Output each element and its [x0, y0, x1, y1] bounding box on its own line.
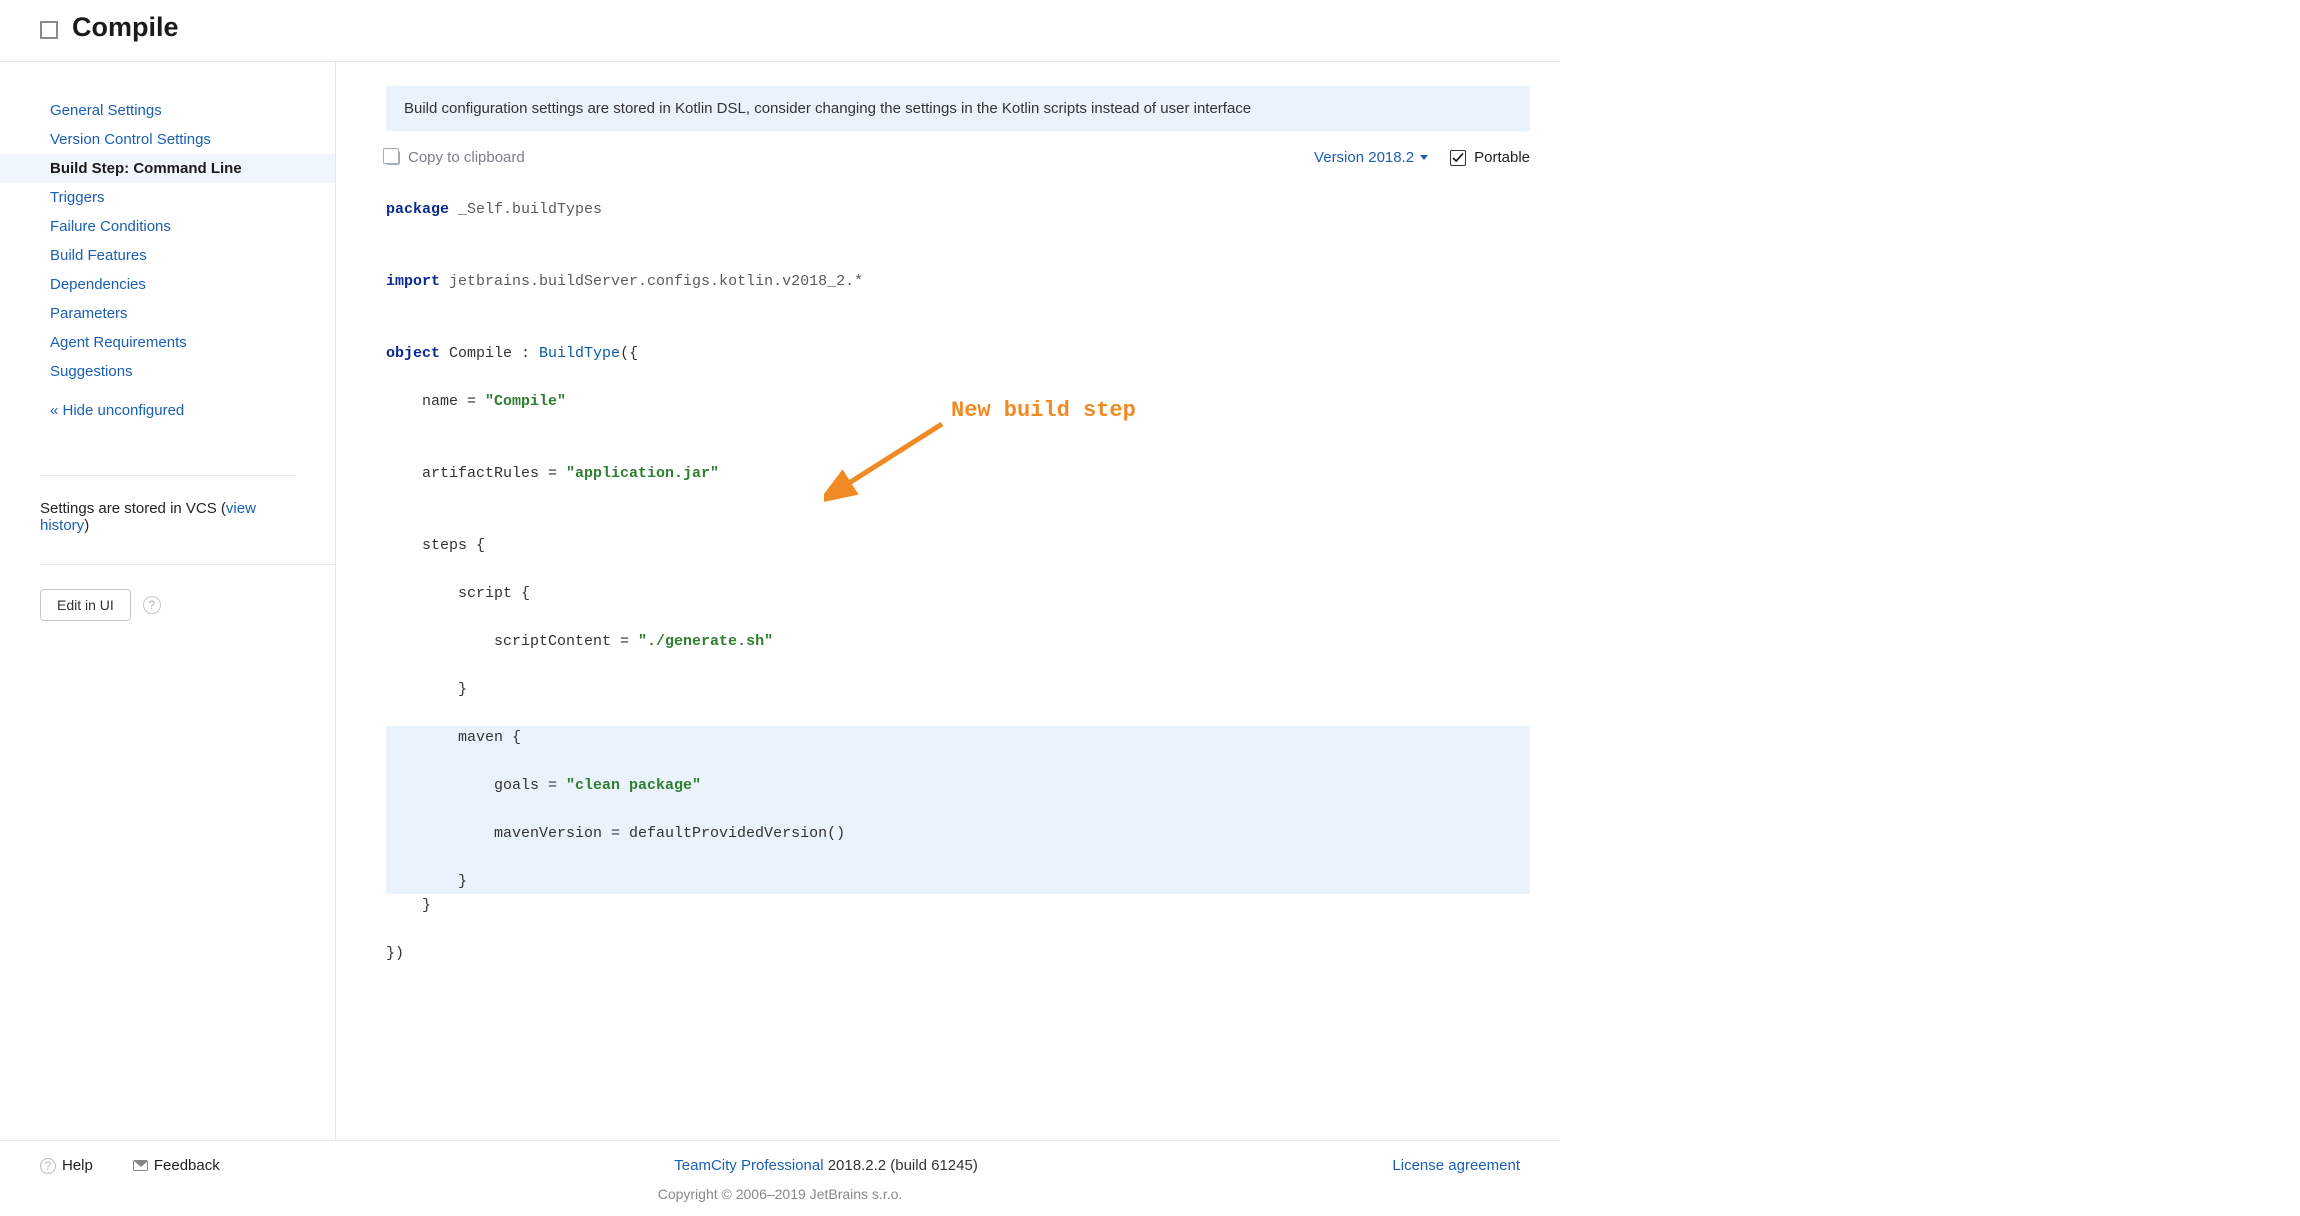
code-kw-object: object: [386, 345, 440, 362]
footer-help-label: Help: [62, 1157, 93, 1174]
code-maven-open: maven {: [386, 726, 1530, 750]
vcs-note-text-prefix: Settings are stored in VCS (: [40, 500, 226, 517]
sidebar-item-build-features[interactable]: Build Features: [0, 241, 335, 270]
sidebar-item-parameters[interactable]: Parameters: [0, 299, 335, 328]
code-package-name: _Self.buildTypes: [449, 201, 602, 218]
kotlin-dsl-code: package _Self.buildTypes import jetbrain…: [386, 174, 1530, 1110]
footer-copyright: Copyright © 2006–2019 JetBrains s.r.o.: [0, 1180, 1560, 1216]
page-header: Compile: [0, 0, 1560, 62]
settings-nav: General Settings Version Control Setting…: [0, 96, 335, 425]
code-maven-goals-value: "clean package": [566, 777, 701, 794]
main-content: Build configuration settings are stored …: [336, 62, 1560, 1140]
code-artifact-value: "application.jar": [566, 465, 719, 482]
help-icon[interactable]: ?: [143, 596, 161, 614]
hide-unconfigured-link[interactable]: « Hide unconfigured: [0, 396, 335, 425]
footer-help-link[interactable]: ? Help: [40, 1157, 93, 1174]
code-import-path: jetbrains.buildServer.configs.kotlin.v20…: [440, 273, 863, 290]
sidebar-item-triggers[interactable]: Triggers: [0, 183, 335, 212]
footer-feedback-link[interactable]: Feedback: [133, 1157, 220, 1174]
footer-product-link[interactable]: TeamCity Professional: [674, 1157, 823, 1174]
code-build-type: BuildType: [539, 345, 620, 362]
vcs-note-text-suffix: ): [84, 517, 89, 534]
copy-to-clipboard-button[interactable]: Copy to clipboard: [386, 149, 525, 166]
help-circle-icon: ?: [40, 1158, 56, 1174]
code-open: ({: [620, 345, 638, 362]
code-script-close: }: [386, 678, 1530, 702]
code-steps-open: steps {: [386, 534, 1530, 558]
footer-feedback-label: Feedback: [154, 1157, 220, 1174]
code-script-content-prefix: scriptContent =: [386, 633, 638, 650]
code-artifact-prefix: artifactRules =: [386, 465, 566, 482]
sidebar-item-build-step[interactable]: Build Step: Command Line: [0, 154, 335, 183]
mail-icon: [133, 1160, 148, 1171]
copy-icon: [386, 151, 400, 165]
sidebar-item-suggestions[interactable]: Suggestions: [0, 357, 335, 386]
copy-label: Copy to clipboard: [408, 149, 525, 166]
page-footer: ? Help Feedback TeamCity Professional 20…: [0, 1141, 1560, 1180]
sidebar-item-agent-requirements[interactable]: Agent Requirements: [0, 328, 335, 357]
code-maven-version: mavenVersion = defaultProvidedVersion(): [386, 822, 1530, 846]
code-name-prefix: name =: [386, 393, 485, 410]
new-build-step-highlight: maven { goals = "clean package" mavenVer…: [386, 726, 1530, 894]
build-config-icon: [40, 21, 58, 39]
code-object-name: Compile :: [440, 345, 539, 362]
checkbox-checked-icon: [1450, 150, 1466, 166]
sidebar-item-vcs-settings[interactable]: Version Control Settings: [0, 125, 335, 154]
dsl-version-dropdown[interactable]: Version 2018.2: [1314, 149, 1428, 166]
footer-version-info: TeamCity Professional 2018.2.2 (build 61…: [260, 1157, 1393, 1174]
sidebar-item-general-settings[interactable]: General Settings: [0, 96, 335, 125]
code-steps-close: }: [386, 894, 1530, 918]
footer-license-link[interactable]: License agreement: [1392, 1157, 1520, 1174]
code-maven-close: }: [386, 870, 1530, 894]
code-kw-import: import: [386, 273, 440, 290]
sidebar-item-dependencies[interactable]: Dependencies: [0, 270, 335, 299]
code-toolbar: Copy to clipboard Version 2018.2 Portabl…: [386, 149, 1530, 166]
sidebar-item-failure-conditions[interactable]: Failure Conditions: [0, 212, 335, 241]
portable-toggle[interactable]: Portable: [1450, 149, 1530, 166]
vcs-storage-note: Settings are stored in VCS (view history…: [40, 475, 295, 534]
settings-sidebar: General Settings Version Control Setting…: [0, 62, 336, 1140]
edit-in-ui-button[interactable]: Edit in UI: [40, 589, 131, 621]
code-script-content-value: "./generate.sh": [638, 633, 773, 650]
portable-label: Portable: [1474, 149, 1530, 166]
code-kw-package: package: [386, 201, 449, 218]
code-maven-goals-prefix: goals =: [386, 777, 566, 794]
footer-version-text: 2018.2.2 (build 61245): [824, 1157, 978, 1174]
code-name-value: "Compile": [485, 393, 566, 410]
page-title: Compile: [72, 12, 179, 43]
chevron-down-icon: [1420, 155, 1428, 160]
code-script-open: script {: [386, 582, 1530, 606]
code-object-close: }): [386, 942, 1530, 966]
dsl-banner: Build configuration settings are stored …: [386, 86, 1530, 131]
version-label: Version 2018.2: [1314, 149, 1414, 166]
